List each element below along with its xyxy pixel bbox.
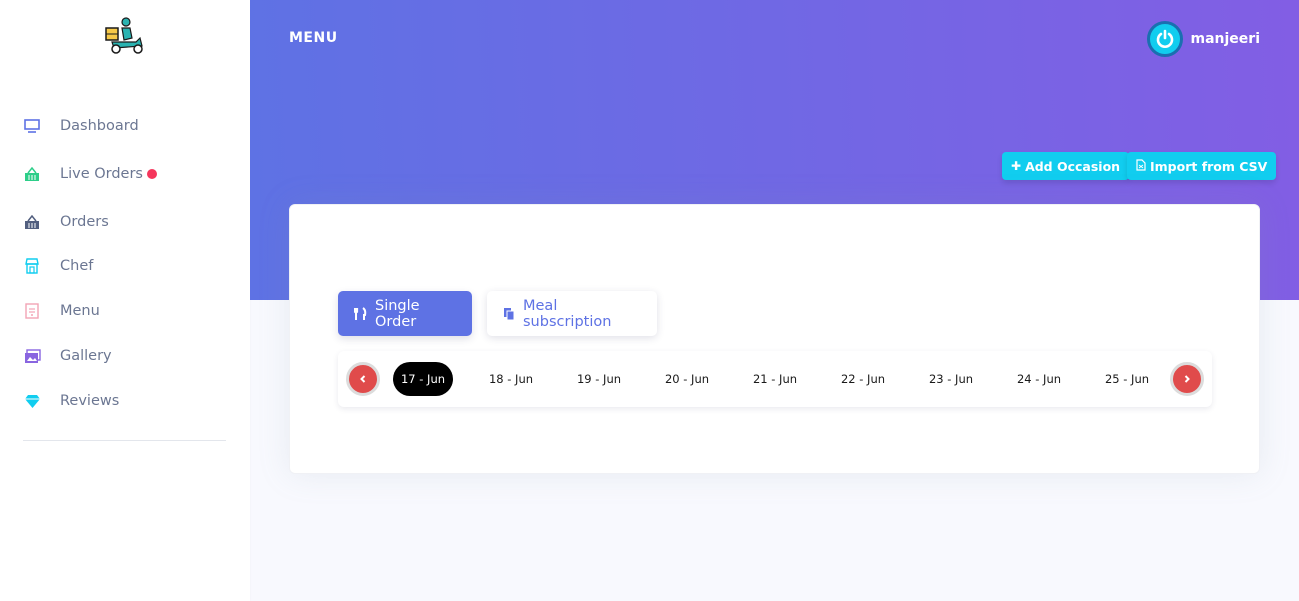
date-item[interactable]: 24 - Jun bbox=[1009, 362, 1069, 396]
sidebar-item-label: Menu bbox=[60, 303, 100, 319]
chevron-right-icon bbox=[1184, 375, 1190, 383]
add-occasion-button[interactable]: ✚ Add Occasion bbox=[1002, 152, 1130, 180]
copy-icon bbox=[503, 307, 515, 321]
date-item[interactable]: 19 - Jun bbox=[569, 362, 629, 396]
date-item[interactable]: 20 - Jun bbox=[657, 362, 717, 396]
tab-meal-subscription-label: Meal subscription bbox=[523, 297, 612, 330]
sidebar-item-orders[interactable]: Orders bbox=[0, 202, 250, 242]
username: manjeeri bbox=[1190, 31, 1261, 47]
date-item[interactable]: 18 - Jun bbox=[481, 362, 541, 396]
import-csv-button[interactable]: Import from CSV bbox=[1127, 152, 1277, 180]
sidebar-item-gallery[interactable]: Gallery bbox=[0, 336, 250, 376]
images-icon bbox=[23, 347, 41, 365]
sidebar-item-label: Live Orders bbox=[60, 166, 143, 182]
sidebar-item-label: Orders bbox=[60, 214, 109, 230]
date-item[interactable]: 21 - Jun bbox=[745, 362, 805, 396]
next-date-button[interactable] bbox=[1170, 362, 1204, 396]
plus-icon: ✚ bbox=[1011, 159, 1022, 173]
sidebar-divider bbox=[23, 440, 226, 441]
sidebar-item-menu[interactable]: Menu bbox=[0, 291, 250, 331]
prev-date-button[interactable] bbox=[346, 362, 380, 396]
sidebar-item-reviews[interactable]: Reviews bbox=[0, 381, 250, 421]
basket-icon bbox=[23, 165, 41, 183]
power-icon bbox=[1156, 29, 1173, 48]
sidebar-item-dashboard[interactable]: Dashboard bbox=[0, 106, 250, 146]
delivery-scooter-logo[interactable] bbox=[104, 16, 146, 56]
date-item-selected[interactable]: 17 - Jun bbox=[393, 362, 453, 396]
import-csv-label: Import from CSV bbox=[1150, 158, 1268, 174]
sidebar-item-chef[interactable]: Chef bbox=[0, 246, 250, 286]
date-item[interactable]: 22 - Jun bbox=[833, 362, 893, 396]
sidebar-item-live-orders[interactable]: Live Orders bbox=[0, 154, 250, 194]
tab-meal-subscription[interactable]: Meal subscription bbox=[487, 291, 657, 336]
date-item[interactable]: 25 - Jun bbox=[1097, 362, 1157, 396]
live-indicator-dot bbox=[147, 169, 157, 179]
user-menu[interactable]: manjeeri bbox=[1146, 21, 1261, 57]
basket-icon bbox=[23, 213, 41, 231]
sidebar-item-label: Chef bbox=[60, 258, 94, 274]
shop-icon bbox=[23, 257, 41, 275]
tab-single-order[interactable]: Single Order bbox=[338, 291, 472, 336]
date-item[interactable]: 23 - Jun bbox=[921, 362, 981, 396]
tab-single-order-label: Single Order bbox=[375, 297, 420, 330]
chevron-left-icon bbox=[360, 375, 366, 383]
utensils-icon bbox=[354, 306, 367, 321]
avatar[interactable] bbox=[1146, 21, 1183, 57]
sidebar-item-label: Reviews bbox=[60, 393, 120, 409]
sidebar: Dashboard Live Orders Orders Chef Menu G… bbox=[0, 0, 250, 601]
sidebar-item-label: Dashboard bbox=[60, 118, 139, 134]
file-icon bbox=[1136, 158, 1146, 174]
page-title: MENU bbox=[289, 30, 338, 46]
diamond-icon bbox=[23, 392, 41, 410]
menu-card-icon bbox=[23, 302, 41, 320]
date-selector: 17 - Jun 18 - Jun 19 - Jun 20 - Jun 21 -… bbox=[338, 351, 1212, 407]
add-occasion-label: Add Occasion bbox=[1025, 158, 1121, 174]
menu-card: Single Order Meal subscription 17 - Jun … bbox=[289, 204, 1260, 474]
monitor-icon bbox=[23, 117, 41, 135]
sidebar-item-label: Gallery bbox=[60, 348, 112, 364]
